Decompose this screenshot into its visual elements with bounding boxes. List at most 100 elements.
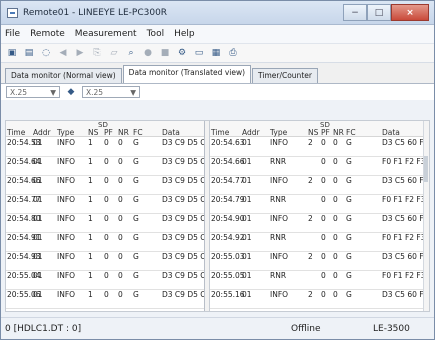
forward-icon[interactable]: ▶	[73, 46, 87, 60]
right-table-row[interactable]: 20:54.7701INFO200GD3 C5 60 F7 ...	[210, 176, 424, 195]
close-button[interactable]: ×	[391, 4, 429, 21]
table-cell-data: D3 C9 D5 C5 ...	[162, 195, 205, 204]
tab-translated-view[interactable]: Data monitor (Translated view)	[122, 65, 252, 83]
right-table-row[interactable]: 20:54.9001INFO200GD3 C5 60 F7 ...	[210, 214, 424, 233]
table-cell-pf: 0	[104, 290, 109, 299]
table-cell-nr: 0	[333, 233, 338, 242]
open-icon[interactable]: ▣	[5, 46, 19, 60]
menu-item-tool[interactable]: Tool	[147, 29, 164, 39]
table-cell-nr: 0	[333, 252, 338, 261]
data-monitor-table: SD Time Addr Type NS PF NR FC Data 20:54.53 01 IN…	[5, 120, 430, 312]
table-cell-data: F0 F1 F2 F3 F...	[382, 195, 425, 204]
left-table-row[interactable]: 20:54.7701INFO100GD3 C9 D5 C5 ...	[6, 195, 204, 214]
settings-icon[interactable]: ⚙	[175, 46, 189, 60]
stop-icon[interactable]: ■	[158, 46, 172, 60]
save-icon[interactable]: ▤	[22, 46, 36, 60]
column-header-addr[interactable]: Addr	[33, 129, 51, 137]
left-table-row[interactable]: 20:55.0401INFO100GD3 C9 D5 C5 ...	[6, 271, 204, 290]
column-header-ns[interactable]: NS	[88, 129, 98, 137]
tab-timer-counter[interactable]: Timer/Counter	[252, 68, 318, 83]
table-cell-type: INFO	[57, 233, 76, 242]
table-cell-data: D3 C9 D5 C5 ...	[162, 252, 205, 261]
column-header-fc[interactable]: FC	[133, 129, 143, 137]
table-cell-data: D3 C5 60 F7 ...	[382, 252, 424, 261]
layout-icon[interactable]: ▦	[209, 46, 223, 60]
right-table-row[interactable]: 20:54.6301INFO200GD3 C5 60 F7 ...	[210, 138, 424, 157]
table-cell-fc: G	[133, 290, 139, 299]
right-table-row[interactable]: 20:54.6601RNR00GF0 F1 F2 F3 F...	[210, 157, 424, 176]
table-cell-addr: 01	[242, 176, 252, 185]
table-cell-fc: G	[346, 214, 352, 223]
table-cell-nr: 0	[118, 214, 123, 223]
left-table-row[interactable]: 20:54.9101INFO100GD3 C9 D5 C5 ...	[6, 233, 204, 252]
table-cell-addr: 01	[33, 195, 43, 204]
table-cell-nr: 0	[333, 271, 338, 280]
table-cell-pf: 0	[104, 252, 109, 261]
right-pane-scrollbar[interactable]	[423, 121, 429, 311]
menu-item-help[interactable]: Help	[174, 29, 195, 39]
column-header-nr[interactable]: NR	[333, 129, 344, 137]
window-icon[interactable]: ▭	[192, 46, 206, 60]
minimize-button[interactable]: −	[343, 4, 367, 21]
menu-item-remote[interactable]: Remote	[30, 29, 65, 39]
decoder-select[interactable]: X.25 ▼	[82, 86, 140, 98]
left-table-row[interactable]: 20:54.9301INFO100GD3 C9 D5 C5 ...	[6, 252, 204, 271]
right-table-row[interactable]: 20:55.0301INFO200GD3 C5 60 F7 ...	[210, 252, 424, 271]
right-pane: SD Time Addr Type NS PF NR FC Data 20:54.63 01 IN…	[210, 121, 425, 311]
main-toolbar: ▣ ▤ ◌ ◀ ▶ ⎘ ▱ ⌕ ● ■ ⚙ ▭ ▦ ⎙	[1, 43, 434, 63]
table-cell-type: INFO	[270, 290, 289, 299]
table-cell-addr: 01	[242, 252, 252, 261]
menu-item-file[interactable]: File	[5, 29, 20, 39]
paste-icon[interactable]: ▱	[107, 46, 121, 60]
table-cell-ns: 1	[88, 271, 93, 280]
scroll-thumb[interactable]	[424, 156, 428, 182]
copy-icon[interactable]: ⎘	[90, 46, 104, 60]
column-header-pf[interactable]: PF	[104, 129, 113, 137]
column-header-time[interactable]: Time	[211, 129, 229, 137]
column-header-time[interactable]: Time	[7, 129, 25, 137]
right-table-row[interactable]: 20:55.1601INFO200GD3 C5 60 F7 ...	[210, 290, 424, 309]
left-table-row[interactable]: 20:54.5301INFO100GD3 C9 D5 C5 ...	[6, 138, 204, 157]
maximize-button[interactable]: □	[367, 4, 391, 21]
back-icon[interactable]: ◀	[56, 46, 70, 60]
connection-status: Offline	[291, 323, 321, 334]
column-header-pf[interactable]: PF	[321, 129, 330, 137]
print-icon[interactable]: ⎙	[226, 46, 240, 60]
table-cell-time: 20:54.90	[211, 214, 245, 223]
column-header-type[interactable]: Type	[270, 129, 287, 137]
column-header-fc[interactable]: FC	[346, 129, 356, 137]
left-table-row[interactable]: 20:54.6401INFO100GD3 C9 D5 C5 ...	[6, 157, 204, 176]
column-header-addr[interactable]: Addr	[242, 129, 260, 137]
record-icon[interactable]: ●	[141, 46, 155, 60]
column-header-nr[interactable]: NR	[118, 129, 129, 137]
left-table-row[interactable]: 20:55.0601INFO100GD3 C9 D5 C5 ...	[6, 290, 204, 309]
table-cell-nr: 0	[333, 176, 338, 185]
tab-normal-view[interactable]: Data monitor (Normal view)	[5, 68, 122, 83]
table-cell-type: INFO	[57, 252, 76, 261]
column-header-ns[interactable]: NS	[308, 129, 318, 137]
left-table-row[interactable]: 20:54.6601INFO100GD3 C9 D5 C5 ...	[6, 176, 204, 195]
column-header-type[interactable]: Type	[57, 129, 74, 137]
table-cell-ns: 1	[88, 290, 93, 299]
status-left: 0 [HDLC1.DT : 0]	[5, 323, 82, 334]
titlebar[interactable]: Remote01 - LINEEYE LE-PC300R − □ ×	[1, 1, 434, 25]
filter-icon[interactable]: ◆	[64, 85, 78, 99]
left-table-row[interactable]: 20:54.8001INFO100GD3 C9 D5 C5 ...	[6, 214, 204, 233]
column-header-data[interactable]: Data	[162, 129, 180, 137]
protocol-select[interactable]: X.25 ▼	[6, 86, 60, 98]
table-cell-time: 20:55.16	[211, 290, 245, 299]
table-cell-addr: 01	[33, 138, 43, 147]
search-icon[interactable]: ⌕	[124, 46, 138, 60]
table-cell-type: INFO	[57, 138, 76, 147]
connect-icon[interactable]: ◌	[39, 46, 53, 60]
device-model: LE-3500	[373, 323, 410, 334]
right-table-row[interactable]: 20:54.7901RNR00GF0 F1 F2 F3 F...	[210, 195, 424, 214]
table-cell-addr: 01	[33, 271, 43, 280]
left-pane: SD Time Addr Type NS PF NR FC Data 20:54.53 01 IN…	[6, 121, 205, 311]
right-table-row[interactable]: 20:54.9201RNR00GF0 F1 F2 F3 F...	[210, 233, 424, 252]
column-header-data[interactable]: Data	[382, 129, 400, 137]
table-cell-addr: 01	[242, 271, 252, 280]
menu-item-measurement[interactable]: Measurement	[75, 29, 137, 39]
table-cell-nr: 0	[333, 195, 338, 204]
right-table-row[interactable]: 20:55.0501RNR00GF0 F1 F2 F3 F...	[210, 271, 424, 290]
